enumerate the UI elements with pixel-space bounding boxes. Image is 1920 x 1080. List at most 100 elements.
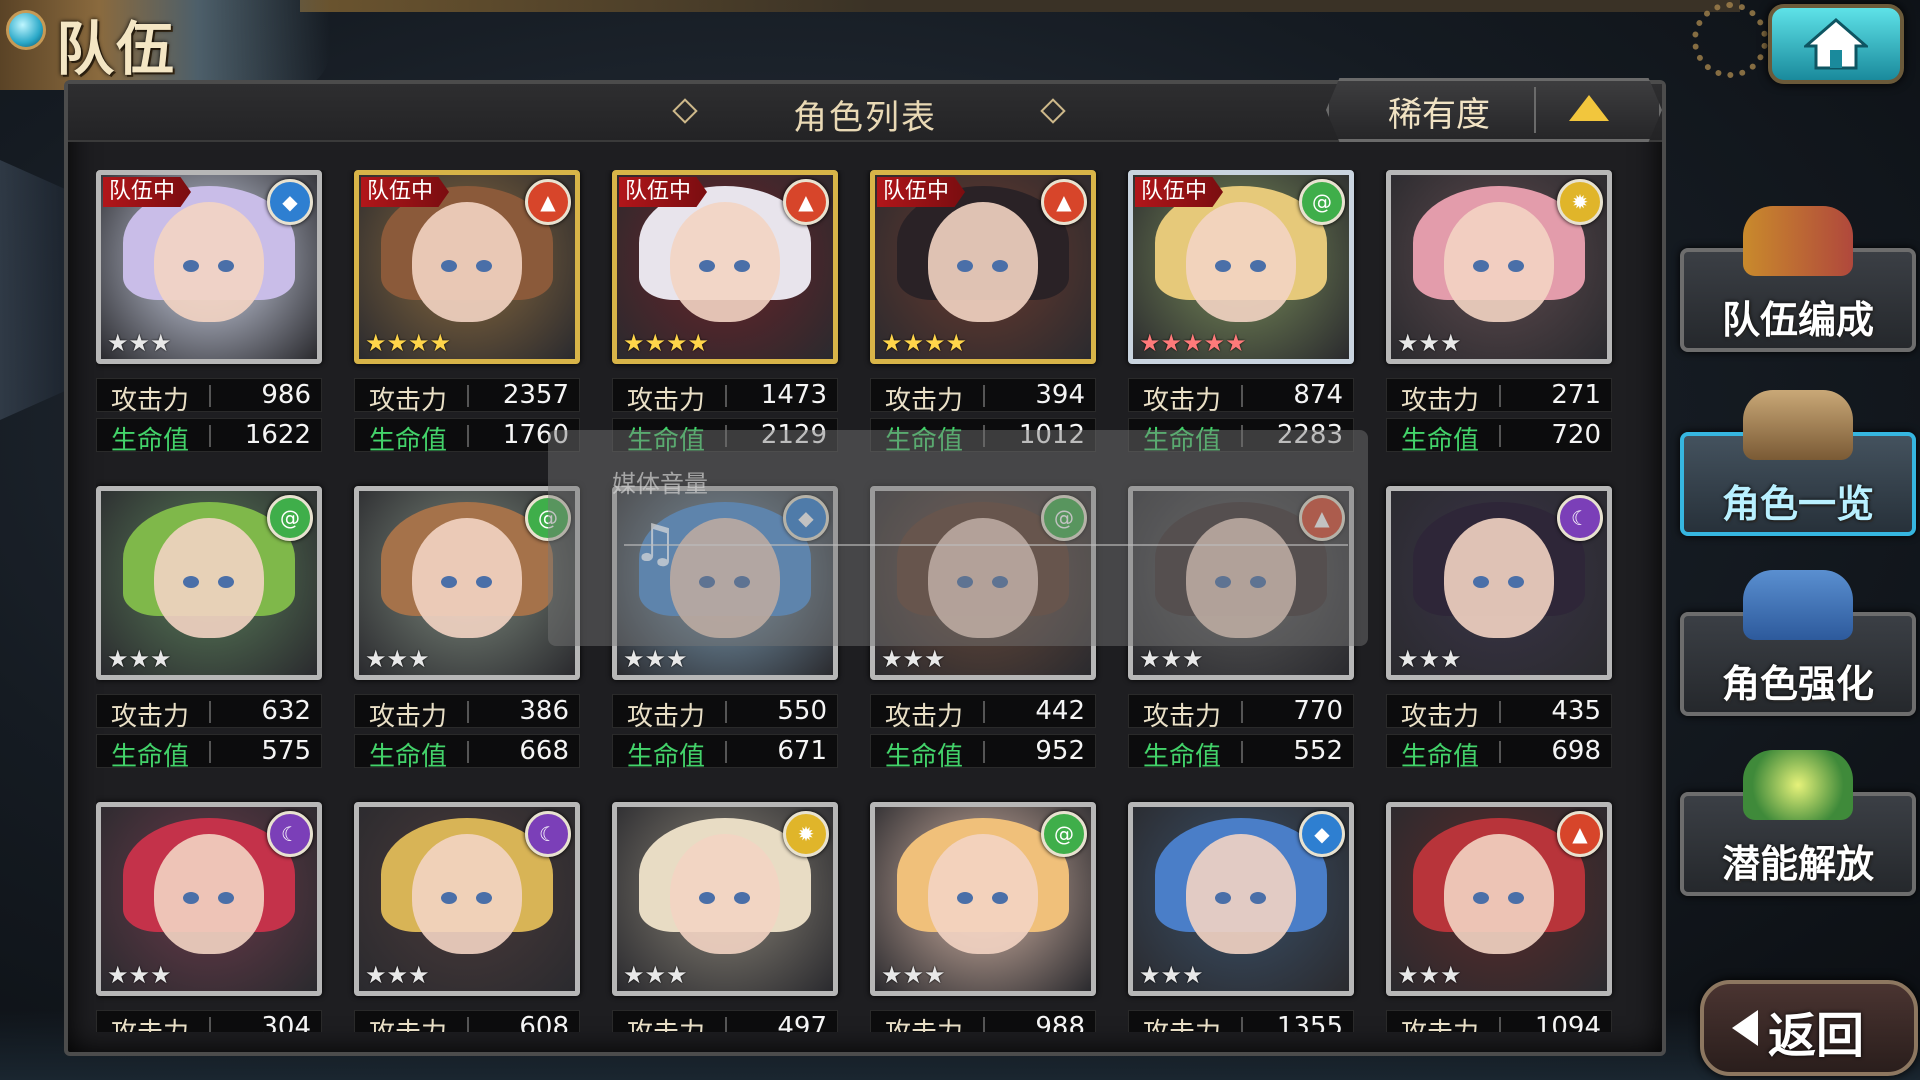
character-eye	[699, 891, 716, 904]
star-icon: ★	[945, 329, 968, 357]
character-portrait[interactable]: ☾ ★ ★ ★	[354, 802, 580, 996]
character-card[interactable]: @ ★ ★ ★ 攻击力 632 生命值 575	[96, 486, 322, 786]
character-portrait[interactable]: ✹ ★ ★ ★	[1386, 170, 1612, 364]
rarity-stars: ★ ★ ★	[881, 647, 946, 671]
attack-stat: 攻击力 386	[354, 694, 580, 732]
star-icon: ★	[1440, 645, 1462, 673]
stat-divider	[1499, 701, 1501, 723]
star-icon: ★	[107, 961, 129, 989]
character-portrait[interactable]: @ ★ ★ ★	[354, 486, 580, 680]
hp-label: 生命值	[1143, 742, 1222, 772]
character-portrait[interactable]: 队伍中 ◆ ★ ★ ★	[96, 170, 322, 364]
team-formation-button[interactable]: 队伍编成	[1680, 206, 1916, 352]
stat-divider	[725, 741, 727, 763]
character-card[interactable]: ◆★★★攻击力1355	[1128, 802, 1354, 1032]
character-card[interactable]: @★★★攻击力988	[870, 802, 1096, 1032]
stat-divider	[983, 1017, 985, 1032]
star-icon: ★	[365, 645, 387, 673]
attack-value: 497	[777, 1012, 827, 1032]
rarity-stars: ★ ★ ★	[1139, 647, 1204, 671]
character-list-label: 角色一览	[1721, 482, 1874, 526]
potential-unlock-button[interactable]: 潜能解放	[1680, 750, 1916, 896]
character-card[interactable]: 队伍中 @ ★ ★ ★ ★ ★ 攻击力 874 生命值 2283	[1128, 170, 1354, 470]
character-face	[670, 202, 780, 323]
sort-rarity-button[interactable]: 稀有度	[1349, 87, 1529, 136]
character-portrait[interactable]: ◆ ★ ★ ★	[1128, 802, 1354, 996]
character-card[interactable]: ▲★★★攻击力1094	[1386, 802, 1612, 1032]
character-eye	[1215, 259, 1232, 272]
hp-label: 生命值	[369, 742, 448, 772]
wind-element-icon: @	[1041, 811, 1087, 857]
hp-value: 668	[519, 736, 569, 766]
character-face	[1186, 202, 1296, 323]
home-button[interactable]	[1768, 4, 1904, 84]
star-icon: ★	[881, 329, 903, 357]
character-card[interactable]: 队伍中 ▲ ★ ★ ★ ★ 攻击力 2357 生命值 1760	[354, 170, 580, 470]
hp-value: 952	[1035, 736, 1085, 766]
character-face	[154, 518, 264, 639]
stat-divider	[1499, 385, 1501, 407]
hp-label: 生命值	[1401, 742, 1480, 772]
light-element-icon: ✹	[1557, 179, 1603, 225]
attack-stat: 攻击力 2357	[354, 378, 580, 416]
character-portrait[interactable]: 队伍中 @ ★ ★ ★ ★ ★	[1128, 170, 1354, 364]
attack-value: 608	[519, 1012, 569, 1032]
in-team-badge: 队伍中	[361, 177, 450, 207]
character-portrait[interactable]: 队伍中 ▲ ★ ★ ★ ★	[354, 170, 580, 364]
character-portrait[interactable]: 队伍中 ▲ ★ ★ ★ ★	[612, 170, 838, 364]
stat-divider	[1499, 425, 1501, 447]
character-card[interactable]: 队伍中 ▲ ★ ★ ★ ★ 攻击力 394 生命值 1012	[870, 170, 1096, 470]
star-icon: ★	[150, 961, 172, 989]
character-card[interactable]: 队伍中 ◆ ★ ★ ★ 攻击力 986 生命值 1622	[96, 170, 322, 470]
dark-element-icon: ☾	[525, 811, 571, 857]
character-card[interactable]: ✹★★★攻击力497	[612, 802, 838, 1032]
character-card[interactable]: ☾★★★攻击力304	[96, 802, 322, 1032]
star-icon: ★	[429, 329, 452, 357]
character-eye	[1473, 575, 1490, 588]
character-eye	[1473, 891, 1490, 904]
triangle-up-icon[interactable]	[1569, 95, 1609, 121]
character-portrait[interactable]: ☾ ★ ★ ★	[1386, 486, 1612, 680]
star-icon: ★	[1440, 329, 1462, 357]
hp-value: 552	[1293, 736, 1343, 766]
attack-stat: 攻击力 986	[96, 378, 322, 416]
character-card[interactable]: ✹ ★ ★ ★ 攻击力 271 生命值 720	[1386, 170, 1612, 470]
character-eye	[957, 891, 974, 904]
hp-stat: 生命值 1622	[96, 418, 322, 456]
character-portrait[interactable]: @ ★ ★ ★	[870, 802, 1096, 996]
attack-label: 攻击力	[885, 1012, 963, 1032]
character-portrait[interactable]: ✹ ★ ★ ★	[612, 802, 838, 996]
character-portrait[interactable]: 队伍中 ▲ ★ ★ ★ ★	[870, 170, 1096, 364]
attack-label: 攻击力	[1143, 702, 1222, 732]
star-icon: ★	[1139, 645, 1161, 673]
character-eye	[217, 575, 234, 588]
character-portrait[interactable]: ▲ ★ ★ ★	[1386, 802, 1612, 996]
star-icon: ★	[408, 645, 430, 673]
star-icon: ★	[1418, 645, 1441, 673]
character-card[interactable]: ☾★★★攻击力608	[354, 802, 580, 1032]
stat-divider	[467, 425, 469, 447]
character-card[interactable]: @ ★ ★ ★ 攻击力 386 生命值 668	[354, 486, 580, 786]
rarity-stars: ★ ★ ★	[623, 963, 688, 987]
character-enhance-button[interactable]: 角色强化	[1680, 570, 1916, 716]
character-eye	[1473, 259, 1490, 272]
attack-label: 攻击力	[1143, 386, 1222, 416]
character-list-button[interactable]: 角色一览	[1680, 390, 1916, 536]
star-icon: ★	[1139, 329, 1161, 357]
star-icon: ★	[1418, 329, 1441, 357]
dark-element-icon: ☾	[1557, 495, 1603, 541]
attack-stat: 攻击力 770	[1128, 694, 1354, 732]
character-card[interactable]: ☾ ★ ★ ★ 攻击力 435 生命值 698	[1386, 486, 1612, 786]
character-card[interactable]: 队伍中 ▲ ★ ★ ★ ★ 攻击力 1473 生命值 2129	[612, 170, 838, 470]
character-portrait[interactable]: @ ★ ★ ★	[96, 486, 322, 680]
star-icon: ★	[107, 645, 129, 673]
character-eye	[991, 259, 1008, 272]
character-eye	[733, 259, 750, 272]
hp-stat: 生命值 575	[96, 734, 322, 772]
star-icon: ★	[386, 329, 409, 357]
character-eye	[441, 575, 458, 588]
back-button[interactable]: 返回	[1700, 980, 1918, 1076]
star-icon: ★	[666, 645, 688, 673]
volume-slider[interactable]	[624, 544, 1348, 546]
character-portrait[interactable]: ☾ ★ ★ ★	[96, 802, 322, 996]
